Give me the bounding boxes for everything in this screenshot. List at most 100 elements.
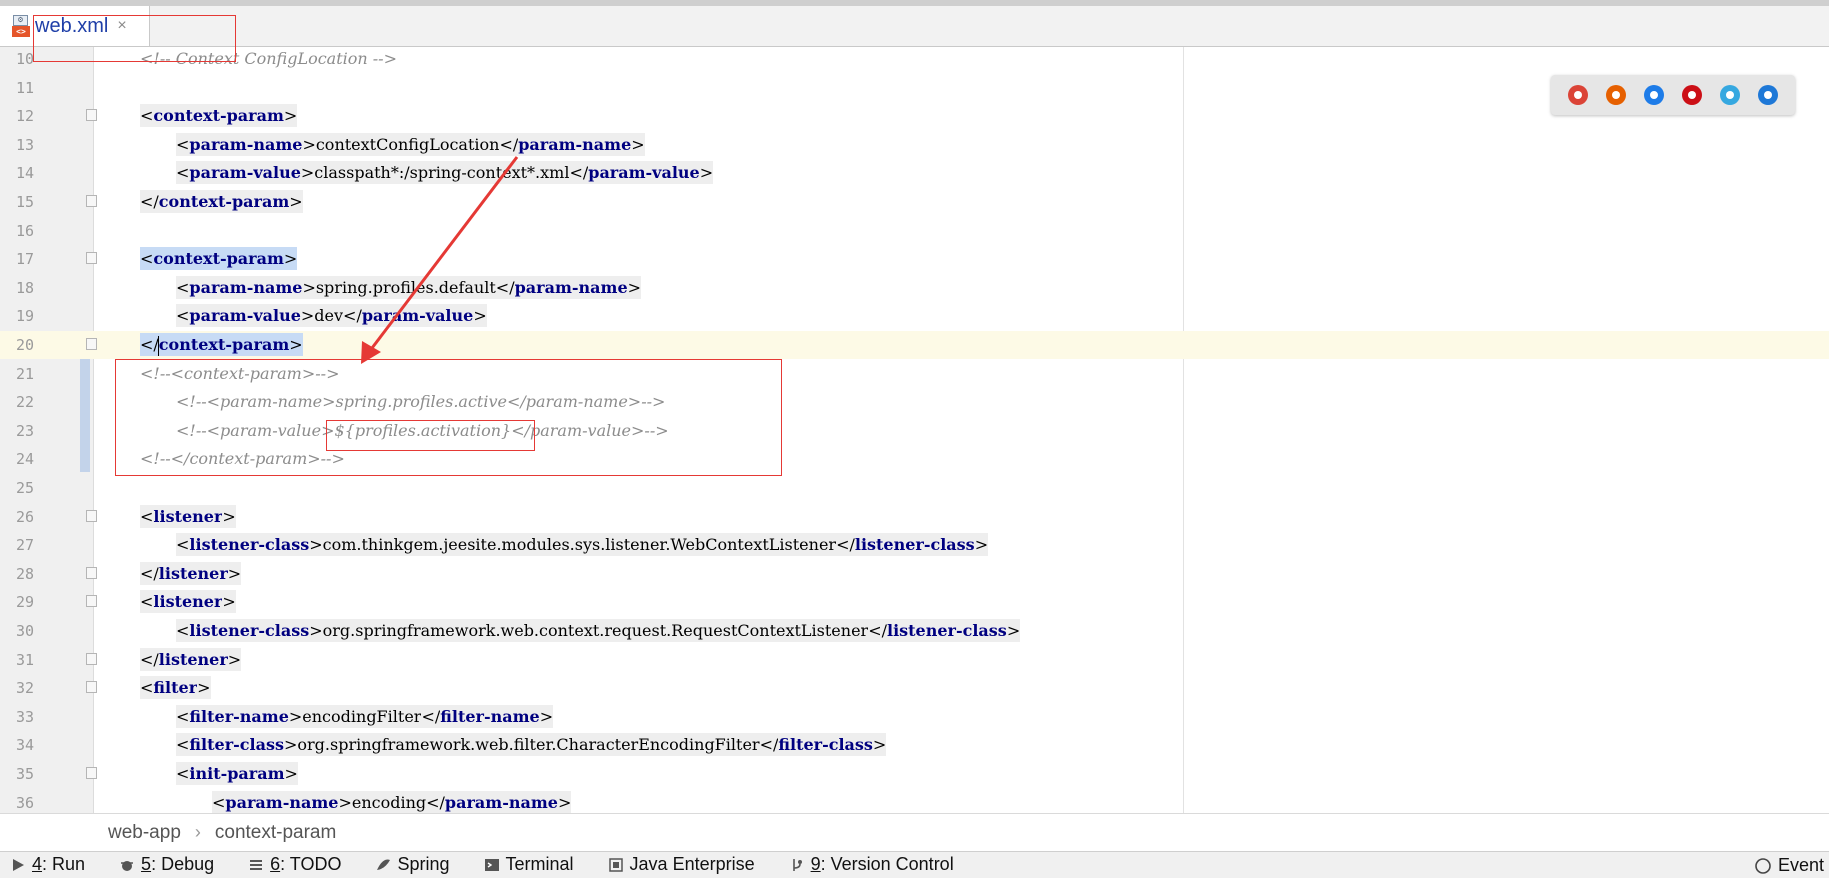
code-line[interactable]: 36 <param-name>encoding</param-name> bbox=[0, 789, 1829, 813]
line-number[interactable]: 22 bbox=[0, 388, 34, 416]
code-text[interactable]: <listener-class>org.springframework.web.… bbox=[176, 617, 1021, 645]
code-line[interactable]: 13 <param-name>contextConfigLocation</par… bbox=[0, 131, 1829, 159]
fold-marker-icon[interactable] bbox=[86, 252, 97, 265]
code-line[interactable]: 14 <param-value>classpath*:/spring-contex… bbox=[0, 159, 1829, 187]
code-line[interactable]: 30 <listener-class>org.springframework.we… bbox=[0, 617, 1829, 645]
code-text[interactable]: </context-param> bbox=[140, 331, 303, 359]
code-line[interactable]: 23 <!--<param-value>${profiles.activation… bbox=[0, 417, 1829, 445]
code-text[interactable]: <filter-class>org.springframework.web.fi… bbox=[176, 731, 887, 759]
code-text[interactable]: </listener> bbox=[140, 646, 242, 674]
line-number[interactable]: 14 bbox=[0, 159, 34, 187]
code-line[interactable]: 18 <param-name>spring.profiles.default</p… bbox=[0, 274, 1829, 302]
fold-marker-icon[interactable] bbox=[86, 652, 97, 665]
code-text[interactable]: <context-param> bbox=[140, 245, 298, 273]
toolwindow-java-enterprise[interactable]: Java Enterprise bbox=[608, 851, 755, 878]
code-line[interactable]: 19 <param-value>dev</param-value> bbox=[0, 302, 1829, 330]
close-icon[interactable]: × bbox=[117, 17, 126, 35]
code-line[interactable]: 29 <listener> bbox=[0, 588, 1829, 616]
line-number[interactable]: 28 bbox=[0, 560, 34, 588]
fold-marker-icon[interactable] bbox=[86, 566, 97, 579]
code-line[interactable]: 32 <filter> bbox=[0, 674, 1829, 702]
code-text[interactable]: <filter-name>encodingFilter</filter-name… bbox=[176, 703, 554, 731]
code-text[interactable]: <param-name>spring.profiles.default</par… bbox=[176, 274, 642, 302]
code-line[interactable]: 25 bbox=[0, 474, 1829, 502]
code-line[interactable]: 17 <context-param> bbox=[0, 245, 1829, 273]
code-text[interactable]: <!--<param-name>spring.profiles.active</… bbox=[176, 388, 665, 416]
code-text[interactable]: <param-name>contextConfigLocation</param… bbox=[176, 131, 645, 159]
code-text[interactable]: <!--<context-param>--> bbox=[140, 360, 339, 388]
code-editor[interactable]: 10 <!-- Context ConfigLocation --> 11 12 <co… bbox=[0, 47, 1829, 813]
line-number[interactable]: 18 bbox=[0, 274, 34, 302]
line-number[interactable]: 11 bbox=[0, 74, 34, 102]
code-line[interactable]: 24 <!--</context-param>--> bbox=[0, 445, 1829, 473]
line-number[interactable]: 35 bbox=[0, 760, 34, 788]
code-line[interactable]: 26 <listener> bbox=[0, 503, 1829, 531]
fold-marker-icon[interactable] bbox=[86, 509, 97, 522]
line-number[interactable]: 30 bbox=[0, 617, 34, 645]
line-number[interactable]: 33 bbox=[0, 703, 34, 731]
line-number[interactable]: 16 bbox=[0, 217, 34, 245]
fold-marker-icon[interactable] bbox=[86, 767, 97, 779]
line-number[interactable]: 24 bbox=[0, 445, 34, 473]
code-line[interactable]: 10 <!-- Context ConfigLocation --> bbox=[0, 47, 1829, 73]
toolwindow-todo[interactable]: 6: TODO bbox=[248, 851, 341, 878]
code-text[interactable]: <listener> bbox=[140, 503, 236, 531]
line-number[interactable]: 29 bbox=[0, 588, 34, 616]
code-text[interactable]: <param-name>encoding</param-name> bbox=[212, 789, 572, 813]
fold-marker-icon[interactable] bbox=[86, 338, 97, 350]
code-text[interactable]: <filter> bbox=[140, 674, 211, 702]
code-text[interactable]: <init-param> bbox=[176, 760, 298, 788]
breadcrumb-item-web-app[interactable]: web-app bbox=[108, 822, 181, 844]
fold-marker-icon[interactable] bbox=[86, 195, 97, 207]
line-number[interactable]: 27 bbox=[0, 531, 34, 559]
code-text[interactable]: <listener> bbox=[140, 588, 236, 616]
toolwindow-run[interactable]: 4: Run bbox=[10, 851, 85, 878]
code-text[interactable]: </listener> bbox=[140, 560, 242, 588]
code-text[interactable]: <listener-class>com.thinkgem.jeesite.mod… bbox=[176, 531, 989, 559]
code-text[interactable]: <!-- Context ConfigLocation --> bbox=[140, 47, 397, 73]
line-number[interactable]: 13 bbox=[0, 131, 34, 159]
code-text[interactable]: <!--<param-value>${profiles.activation}<… bbox=[176, 417, 669, 445]
toolwindow-terminal[interactable]: Terminal bbox=[484, 851, 574, 878]
code-text[interactable]: <context-param> bbox=[140, 102, 298, 130]
line-number[interactable]: 17 bbox=[0, 245, 34, 273]
event-log-button[interactable]: Event Lo bbox=[1754, 852, 1829, 879]
toolwindow-debug[interactable]: 5: Debug bbox=[119, 851, 214, 878]
code-line[interactable]: 28 </listener> bbox=[0, 560, 1829, 588]
line-number[interactable]: 36 bbox=[0, 789, 34, 813]
code-line[interactable]: 20 </context-param> bbox=[0, 331, 1829, 359]
line-number[interactable]: 26 bbox=[0, 503, 34, 531]
line-number[interactable]: 21 bbox=[0, 360, 34, 388]
code-line[interactable]: 22 <!--<param-name>spring.profiles.active… bbox=[0, 388, 1829, 416]
fold-marker-icon[interactable] bbox=[86, 109, 97, 122]
line-number[interactable]: 32 bbox=[0, 674, 34, 702]
code-line[interactable]: 33 <filter-name>encodingFilter</filter-na… bbox=[0, 703, 1829, 731]
edge-icon[interactable] bbox=[1756, 83, 1780, 107]
code-text[interactable]: <param-value>dev</param-value> bbox=[176, 302, 487, 330]
firefox-icon[interactable] bbox=[1604, 83, 1628, 107]
code-text[interactable]: </context-param> bbox=[140, 188, 303, 216]
line-number[interactable]: 12 bbox=[0, 102, 34, 130]
line-number[interactable]: 31 bbox=[0, 646, 34, 674]
line-number[interactable]: 19 bbox=[0, 302, 34, 330]
fold-marker-icon[interactable] bbox=[86, 681, 97, 694]
line-number[interactable]: 25 bbox=[0, 474, 34, 502]
safari-icon[interactable] bbox=[1642, 83, 1666, 107]
code-text[interactable]: <!--</context-param>--> bbox=[140, 445, 345, 473]
code-line[interactable]: 15 </context-param> bbox=[0, 188, 1829, 216]
chrome-icon[interactable] bbox=[1566, 83, 1590, 107]
line-number[interactable]: 23 bbox=[0, 417, 34, 445]
ie-icon[interactable] bbox=[1718, 83, 1742, 107]
line-number[interactable]: 34 bbox=[0, 731, 34, 759]
code-line[interactable]: 31 </listener> bbox=[0, 646, 1829, 674]
code-line[interactable]: 27 <listener-class>com.thinkgem.jeesite.m… bbox=[0, 531, 1829, 559]
opera-icon[interactable] bbox=[1680, 83, 1704, 107]
code-line[interactable]: 35 <init-param> bbox=[0, 760, 1829, 788]
breadcrumb-item-context-param[interactable]: context-param bbox=[215, 822, 336, 844]
toolwindow-spring[interactable]: Spring bbox=[375, 851, 450, 878]
line-number[interactable]: 15 bbox=[0, 188, 34, 216]
code-line[interactable]: 16 bbox=[0, 217, 1829, 245]
tab-web-xml[interactable]: ⚙ <> web.xml × bbox=[0, 6, 150, 46]
code-line[interactable]: 21 <!--<context-param>--> bbox=[0, 360, 1829, 388]
line-number[interactable]: 20 bbox=[0, 331, 34, 359]
